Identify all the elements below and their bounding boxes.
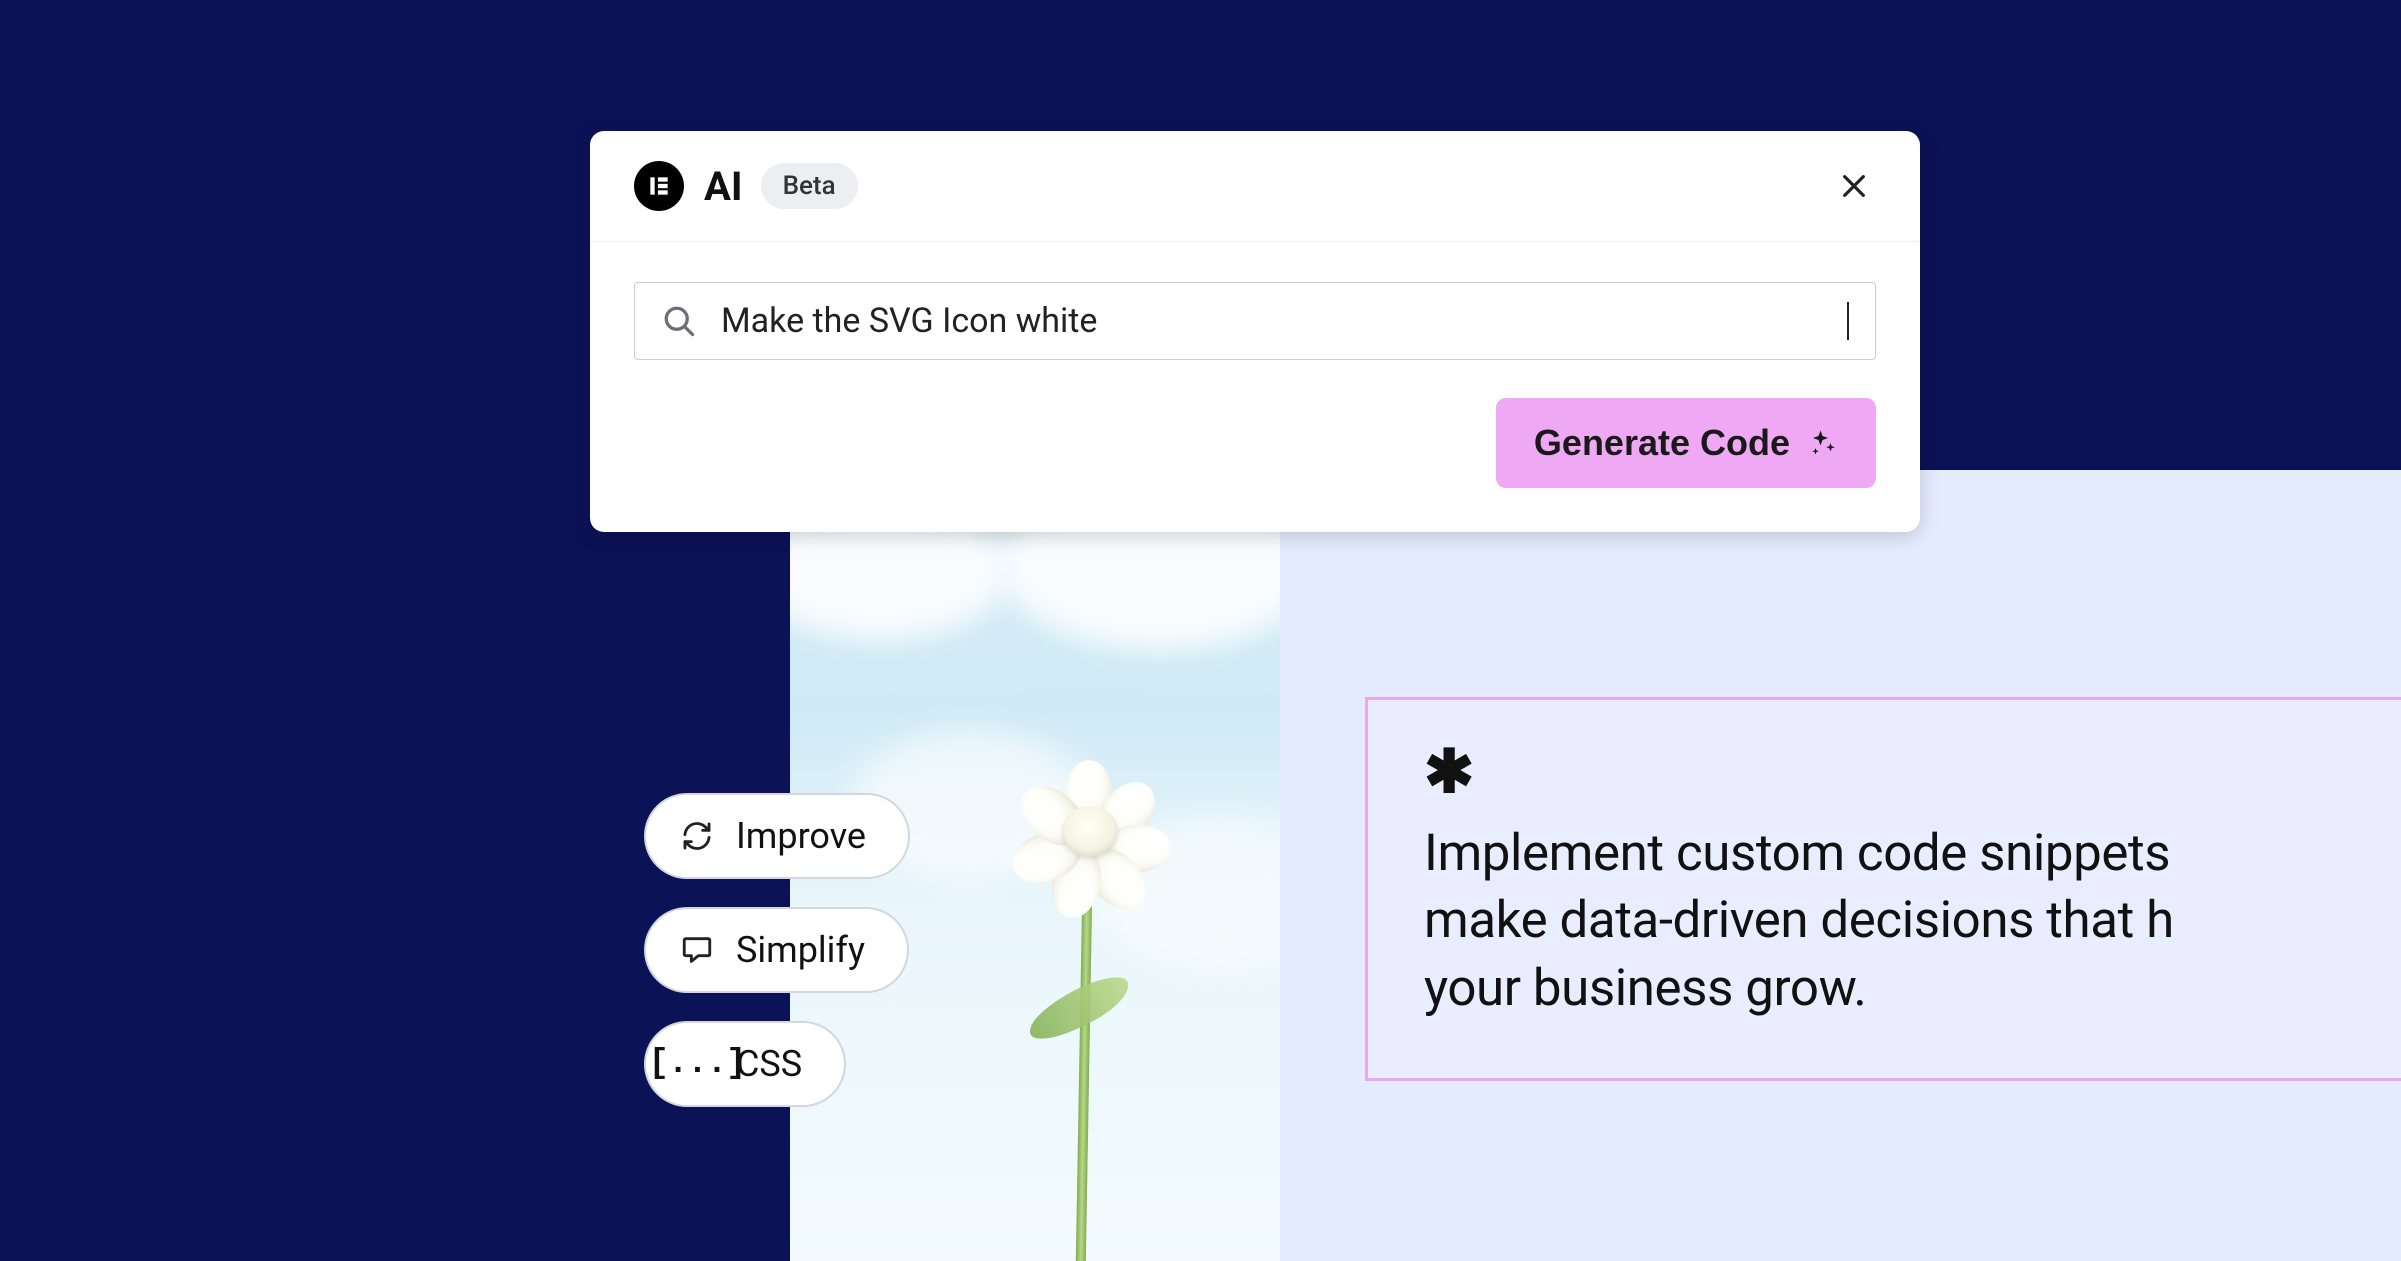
simplify-label: Simplify — [736, 929, 865, 971]
text-caret — [1847, 302, 1849, 340]
improve-label: Improve — [736, 815, 866, 857]
elementor-logo-icon — [634, 161, 684, 211]
sparkle-icon — [1808, 428, 1838, 458]
suggestion-pills: Improve Simplify [...] CSS — [644, 793, 910, 1107]
css-button[interactable]: [...] CSS — [644, 1021, 846, 1107]
prompt-input-wrap[interactable]: Make the SVG Icon white — [634, 282, 1876, 360]
generate-code-button[interactable]: Generate Code — [1496, 398, 1876, 488]
refresh-icon — [678, 817, 716, 855]
asterisk-icon: ✱ — [1424, 742, 2341, 802]
css-label: CSS — [736, 1043, 802, 1085]
simplify-button[interactable]: Simplify — [644, 907, 909, 993]
content-line-1: Implement custom code snippets — [1424, 820, 2341, 887]
dialog-body: Make the SVG Icon white Generate Code — [590, 242, 1920, 532]
ai-dialog: AI Beta Make the SVG Icon white Generate… — [590, 131, 1920, 532]
code-brackets-icon: [...] — [678, 1045, 716, 1083]
close-icon — [1838, 170, 1870, 202]
dialog-header: AI Beta — [590, 131, 1920, 242]
chat-bubble-icon — [678, 931, 716, 969]
generate-code-label: Generate Code — [1534, 422, 1790, 464]
dialog-title: AI — [704, 163, 743, 210]
search-icon — [661, 303, 697, 339]
improve-button[interactable]: Improve — [644, 793, 910, 879]
beta-badge: Beta — [761, 163, 858, 209]
prompt-input[interactable]: Make the SVG Icon white — [721, 301, 1843, 341]
close-button[interactable] — [1832, 164, 1876, 208]
content-line-2: make data-driven decisions that h — [1424, 887, 2341, 954]
content-line-3: your business grow. — [1424, 955, 2341, 1022]
content-card: ✱ Implement custom code snippets make da… — [1365, 697, 2401, 1081]
